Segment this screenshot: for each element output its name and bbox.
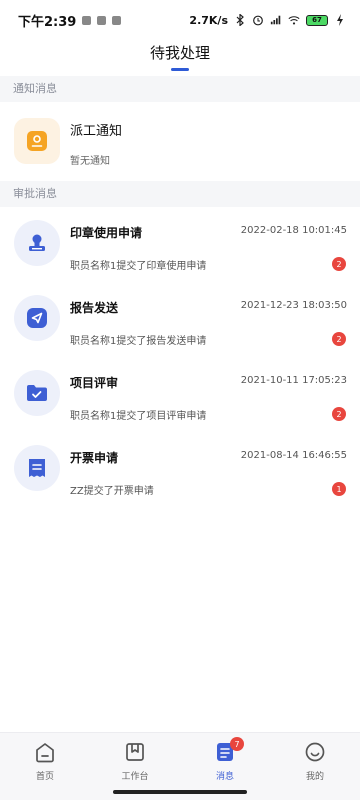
approval-item[interactable]: 开票申请 2021-08-14 16:46:55 ZZ提交了开票申请 1 — [0, 433, 360, 508]
tab-profile[interactable]: 我的 — [270, 733, 360, 800]
charging-icon — [337, 14, 343, 26]
home-icon — [36, 743, 54, 763]
workbench-icon — [126, 743, 144, 761]
approval-time: 2021-10-11 17:05:23 — [240, 375, 347, 386]
approval-icon-wrap — [14, 220, 60, 266]
unread-badge: 1 — [332, 482, 346, 496]
tab-label: 工作台 — [121, 772, 149, 782]
notice-item[interactable]: 派工通知 暂无通知 — [0, 104, 360, 178]
approval-list: 印章使用申请 2022-02-18 10:01:45 职员名称1提交了印章使用申… — [0, 208, 360, 508]
notification-icon — [112, 15, 122, 25]
status-bar: 下午2:39 2.7K/s 67 — [0, 0, 360, 40]
unread-badge: 2 — [332, 257, 346, 271]
tab-label: 我的 — [305, 772, 324, 782]
bluetooth-icon — [236, 14, 244, 26]
battery-level: 67 — [312, 16, 322, 24]
tab-label: 消息 — [215, 772, 234, 782]
approval-title: 报告发送 — [70, 301, 119, 315]
document-icon — [27, 131, 47, 151]
tab-label: 首页 — [35, 772, 54, 782]
notification-icon — [82, 15, 92, 25]
title-underline — [171, 68, 189, 71]
net-speed: 2.7K/s — [189, 13, 228, 27]
approval-time: 2021-12-23 18:03:50 — [240, 300, 347, 311]
approval-desc: 职员名称1提交了报告发送申请 — [70, 336, 207, 347]
unread-badge: 2 — [332, 407, 346, 421]
section-header-approval: 审批消息 — [0, 181, 360, 207]
approval-icon-wrap — [14, 295, 60, 341]
status-right: 2.7K/s 67 — [189, 14, 346, 27]
signal-icon — [270, 15, 281, 25]
unread-badge: 2 — [332, 332, 346, 346]
status-time: 下午2:39 — [18, 14, 77, 30]
approval-desc: 职员名称1提交了印章使用申请 — [70, 261, 207, 272]
approval-time: 2021-08-14 16:46:55 — [240, 450, 347, 461]
approval-desc: 职员名称1提交了项目评审申请 — [70, 411, 207, 422]
tab-badge: 7 — [230, 737, 244, 751]
page-title: 待我处理 — [149, 44, 210, 62]
status-left: 下午2:39 — [18, 11, 122, 30]
notification-icon — [97, 15, 107, 25]
approval-item[interactable]: 印章使用申请 2022-02-18 10:01:45 职员名称1提交了印章使用申… — [0, 208, 360, 283]
alarm-icon — [253, 15, 263, 26]
approval-title: 印章使用申请 — [70, 226, 143, 240]
notice-subtitle: 暂无通知 — [70, 156, 110, 167]
home-indicator[interactable] — [113, 790, 247, 794]
approval-title: 项目评审 — [70, 376, 119, 390]
battery-icon: 67 — [306, 14, 328, 26]
stamp-icon — [29, 234, 45, 251]
approval-item[interactable]: 报告发送 2021-12-23 18:03:50 职员名称1提交了报告发送申请 … — [0, 283, 360, 358]
page-header: 待我处理 — [0, 40, 360, 74]
invoice-icon — [29, 459, 45, 477]
approval-desc: ZZ提交了开票申请 — [70, 486, 154, 497]
folder-check-icon — [27, 385, 47, 401]
approval-title: 开票申请 — [70, 451, 119, 465]
send-icon — [27, 308, 47, 328]
approval-icon-wrap — [14, 445, 60, 491]
wifi-icon — [288, 16, 300, 25]
approval-icon-wrap — [14, 370, 60, 416]
approval-item[interactable]: 项目评审 2021-10-11 17:05:23 职员名称1提交了项目评审申请 … — [0, 358, 360, 433]
notice-icon-wrap — [14, 118, 60, 164]
tab-home[interactable]: 首页 — [0, 733, 90, 800]
approval-time: 2022-02-18 10:01:45 — [240, 225, 347, 236]
section-header-notice: 通知消息 — [0, 76, 360, 102]
smile-icon — [305, 742, 325, 762]
notice-title: 派工通知 — [70, 124, 123, 139]
